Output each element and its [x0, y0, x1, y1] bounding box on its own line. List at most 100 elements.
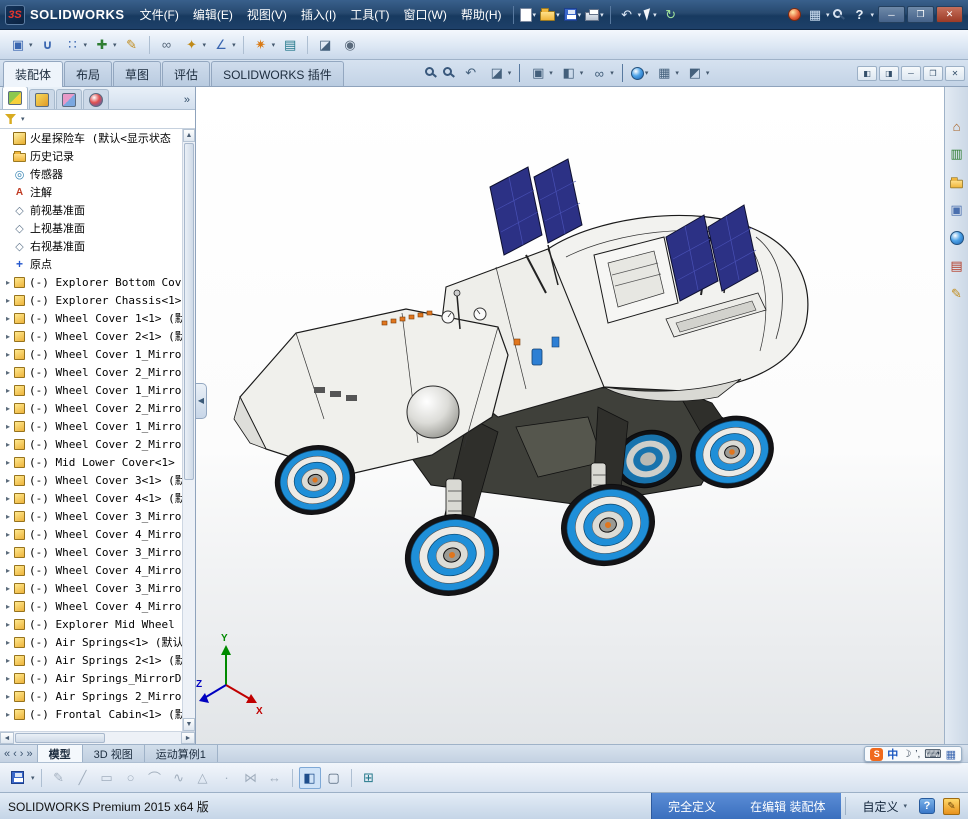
- command-tab[interactable]: 草图: [113, 61, 162, 86]
- reference-geometry-button[interactable]: ∠ ▾: [209, 33, 238, 57]
- expander[interactable]: ▸: [3, 692, 13, 701]
- ime-toolbox-icon[interactable]: ▦: [946, 748, 956, 761]
- save-dropdown[interactable]: ▾: [31, 774, 35, 782]
- expand-tabs-chevron[interactable]: »: [184, 94, 190, 109]
- line-tool-button[interactable]: ╱: [72, 767, 94, 789]
- expander[interactable]: ▸: [3, 332, 13, 341]
- expander[interactable]: ▸: [3, 584, 13, 593]
- tree-item[interactable]: ▸ (-) Wheel Cover 3_Mirro: [0, 579, 182, 597]
- wireframe-button[interactable]: ▢: [323, 767, 345, 789]
- chinese-mode-icon[interactable]: 中: [887, 746, 898, 762]
- bom-button[interactable]: ▤: [278, 33, 302, 57]
- menu-item[interactable]: 帮助(H): [454, 1, 509, 28]
- close-button[interactable]: ✕: [936, 6, 963, 23]
- rectangle-tool-button[interactable]: ▭: [96, 767, 118, 789]
- tree-item[interactable]: ▸ (-) Explorer Mid Wheel: [0, 615, 182, 633]
- tree-item[interactable]: 上视基准面: [0, 219, 182, 237]
- display-style-button[interactable]: ◧ ▾: [557, 62, 586, 84]
- fullwidth-toggle-icon[interactable]: ☽: [902, 749, 911, 760]
- tree-item[interactable]: ▸ (-) Wheel Cover 4_Mirro: [0, 525, 182, 543]
- displaymanager-tab[interactable]: [83, 89, 109, 109]
- filter-dropdown[interactable]: ▾: [21, 115, 25, 123]
- expander[interactable]: ▸: [3, 278, 13, 287]
- forum-icon[interactable]: ✎: [948, 285, 966, 303]
- expander[interactable]: ▸: [3, 314, 13, 323]
- command-tab[interactable]: 布局: [64, 61, 113, 86]
- menu-item[interactable]: 编辑(E): [186, 1, 240, 28]
- expander[interactable]: ▸: [3, 494, 13, 503]
- undo-button[interactable]: ↶ ▾: [615, 3, 644, 27]
- polygon-tool-button[interactable]: △: [192, 767, 214, 789]
- expander[interactable]: ▸: [3, 674, 13, 683]
- propertymanager-tab[interactable]: [29, 89, 55, 109]
- tree-item[interactable]: ▸ (-) Wheel Cover 4_Mirro: [0, 561, 182, 579]
- hide-show-items-button[interactable]: ∞ ▾: [587, 62, 616, 84]
- collapse-panel-button[interactable]: ◀: [196, 382, 207, 419]
- tree-vertical-scrollbar[interactable]: ▲ ▼: [182, 129, 195, 731]
- tree-item[interactable]: 原点: [0, 255, 182, 273]
- pane-right-button[interactable]: ◨: [879, 65, 899, 81]
- sogou-ime-icon[interactable]: S: [870, 747, 884, 761]
- expander[interactable]: ▸: [3, 476, 13, 485]
- spline-tool-button[interactable]: ∿: [168, 767, 190, 789]
- rebuild-button[interactable]: ↻: [659, 3, 683, 27]
- expander[interactable]: ▸: [3, 566, 13, 575]
- tree-item[interactable]: ▸ (-) Wheel Cover 1_Mirro: [0, 417, 182, 435]
- scroll-track[interactable]: [106, 732, 181, 744]
- tree-item[interactable]: ▸ (-) Mid Lower Cover<1>: [0, 453, 182, 471]
- soft-keyboard-icon[interactable]: ⌨: [924, 747, 941, 761]
- pane-left-button[interactable]: ◧: [857, 65, 877, 81]
- menu-item[interactable]: 窗口(W): [397, 1, 454, 28]
- doc-restore-button[interactable]: ❒: [923, 65, 943, 81]
- tree-item[interactable]: ▸ (-) Wheel Cover 3_Mirro: [0, 507, 182, 525]
- home-icon[interactable]: ⌂: [948, 117, 966, 135]
- section-tool-button[interactable]: ◪: [313, 33, 337, 57]
- tree-item[interactable]: ▸ (-) Explorer Chassis<1>: [0, 291, 182, 309]
- tree-item[interactable]: ▸ (-) Wheel Cover 2_Mirro: [0, 363, 182, 381]
- expander[interactable]: ▸: [3, 350, 13, 359]
- scroll-left-arrow[interactable]: ◄: [0, 732, 14, 744]
- scroll-down-arrow[interactable]: ▼: [183, 718, 195, 731]
- print-button[interactable]: ▾: [583, 3, 606, 27]
- view-palette-icon[interactable]: ▣: [948, 201, 966, 219]
- custom-properties-icon[interactable]: ▤: [948, 257, 966, 275]
- expander[interactable]: ▸: [3, 458, 13, 467]
- expander[interactable]: ▸: [3, 620, 13, 629]
- expander[interactable]: ▸: [3, 530, 13, 539]
- tree-item[interactable]: 右视基准面: [0, 237, 182, 255]
- section-view-button[interactable]: ◪ ▾: [485, 62, 514, 84]
- expander[interactable]: ▸: [3, 512, 13, 521]
- save-button[interactable]: ▾: [562, 3, 584, 27]
- scroll-thumb[interactable]: [15, 733, 105, 743]
- tree-item[interactable]: 历史记录: [0, 147, 182, 165]
- menu-item[interactable]: 文件(F): [133, 1, 186, 28]
- expander[interactable]: ▸: [3, 656, 13, 665]
- tree-item[interactable]: ▸ (-) Air Springs 2_Mirro: [0, 687, 182, 705]
- menu-item[interactable]: 视图(V): [240, 1, 294, 28]
- tree-root-item[interactable]: 火星探险车 (默认<显示状态: [0, 129, 182, 147]
- status-help-icon[interactable]: ?: [919, 798, 935, 814]
- expander[interactable]: ▸: [3, 422, 13, 431]
- first-tab-button[interactable]: «: [4, 748, 10, 760]
- circle-tool-button[interactable]: ○: [120, 767, 142, 789]
- doc-minimize-button[interactable]: ─: [901, 65, 921, 81]
- help-button[interactable]: ? ▾: [847, 3, 876, 27]
- expander[interactable]: ▸: [3, 602, 13, 611]
- mars-rover-model[interactable]: Y X Z: [196, 87, 944, 744]
- punctuation-toggle-icon[interactable]: ’,: [915, 749, 920, 760]
- tree-item[interactable]: ▸ (-) Wheel Cover 4_Mirro: [0, 597, 182, 615]
- design-library-icon[interactable]: ▥: [948, 145, 966, 163]
- tree-item[interactable]: ▸ (-) Wheel Cover 1<1> (默: [0, 309, 182, 327]
- snapshot-button[interactable]: ◉: [338, 33, 362, 57]
- show-hidden-button[interactable]: ∞: [155, 33, 179, 57]
- tree-item[interactable]: ▸ (-) Wheel Cover 3_Mirro: [0, 543, 182, 561]
- mirror-tool-button[interactable]: ⋈: [240, 767, 262, 789]
- tree-item[interactable]: ▸ (-) Wheel Cover 2_Mirro: [0, 435, 182, 453]
- insert-component-button[interactable]: ✚ ▾: [90, 33, 119, 57]
- scroll-right-arrow[interactable]: ►: [181, 732, 195, 744]
- document-tab[interactable]: 模型: [36, 745, 83, 762]
- document-tab[interactable]: 3D 视图: [82, 745, 145, 762]
- search-button[interactable]: [831, 3, 847, 27]
- tree-item[interactable]: ▸ (-) Wheel Cover 4<1> (默: [0, 489, 182, 507]
- tree-item[interactable]: ▸ (-) Frontal Cabin<1> (默: [0, 705, 182, 723]
